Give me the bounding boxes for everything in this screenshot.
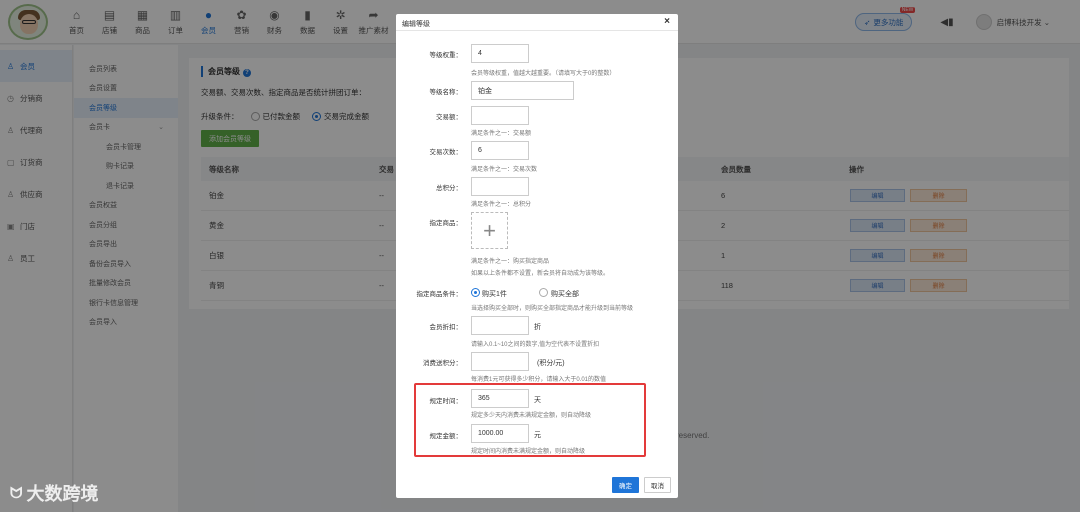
radio-buy-one-label: 购买1件 bbox=[482, 291, 507, 298]
goods-label: 指定商品： bbox=[429, 220, 463, 227]
name-input[interactable]: 铂金 bbox=[471, 81, 574, 100]
plus-icon: + bbox=[483, 217, 496, 243]
amount-label: 交易额： bbox=[436, 114, 462, 121]
times-label: 交易次数： bbox=[429, 149, 463, 156]
goods-default-hint: 如果以上条件都不设置，新会员将自动成为该等级。 bbox=[471, 271, 610, 277]
radio-buy-all[interactable] bbox=[539, 288, 548, 297]
weight-input[interactable]: 4 bbox=[471, 44, 529, 63]
goods-condition-label: 指定商品条件： bbox=[416, 291, 463, 298]
name-label: 等级名称： bbox=[429, 89, 463, 96]
dialog-title: 编辑等级 bbox=[402, 21, 430, 28]
times-hint: 满足条件之一：交易次数 bbox=[471, 167, 538, 173]
add-goods-button[interactable]: + bbox=[471, 212, 508, 249]
radio-buy-one[interactable] bbox=[471, 288, 480, 297]
radio-buy-all-label: 购买全部 bbox=[551, 291, 579, 298]
watermark-logo-icon: ᗢ bbox=[10, 484, 23, 502]
confirm-button[interactable]: 确定 bbox=[612, 477, 639, 493]
consume-points-label: 消费送积分： bbox=[423, 360, 462, 367]
dialog-header: 编辑等级 × bbox=[396, 14, 678, 31]
consume-points-hint: 每消费1元可获得多少积分，请输入大于0.01的数值 bbox=[471, 377, 607, 383]
discount-input[interactable] bbox=[471, 316, 529, 335]
amount-input[interactable] bbox=[471, 106, 529, 125]
points-label: 总积分： bbox=[436, 185, 462, 192]
points-hint: 满足条件之一：总积分 bbox=[471, 202, 532, 208]
discount-unit: 折 bbox=[534, 324, 541, 331]
consume-points-input[interactable] bbox=[471, 352, 529, 371]
goods-condition-hint: 当选择购买全部时，则购买全部指定商品才能升级到当前等级 bbox=[471, 306, 634, 312]
weight-label: 等级权重： bbox=[429, 52, 463, 59]
watermark-text: 大数跨境 bbox=[26, 484, 99, 504]
consume-points-unit: (积分/元) bbox=[537, 360, 565, 367]
cancel-button[interactable]: 取消 bbox=[644, 477, 671, 493]
points-input[interactable] bbox=[471, 177, 529, 196]
goods-hint: 满足条件之一：购买指定商品 bbox=[471, 259, 550, 265]
close-icon[interactable]: × bbox=[664, 16, 670, 27]
highlight-box bbox=[414, 383, 646, 457]
watermark: ᗢ 大数跨境 bbox=[10, 480, 98, 506]
amount-hint: 满足条件之一：交易额 bbox=[471, 131, 532, 137]
discount-hint: 请输入0.1~10之间的数字,值为空代表不设置折扣 bbox=[471, 342, 600, 348]
weight-hint: 会员等级权重，值越大越重要。（请填写大于0的整数） bbox=[471, 71, 616, 77]
times-input[interactable]: 6 bbox=[471, 141, 529, 160]
discount-label: 会员折扣： bbox=[429, 324, 463, 331]
